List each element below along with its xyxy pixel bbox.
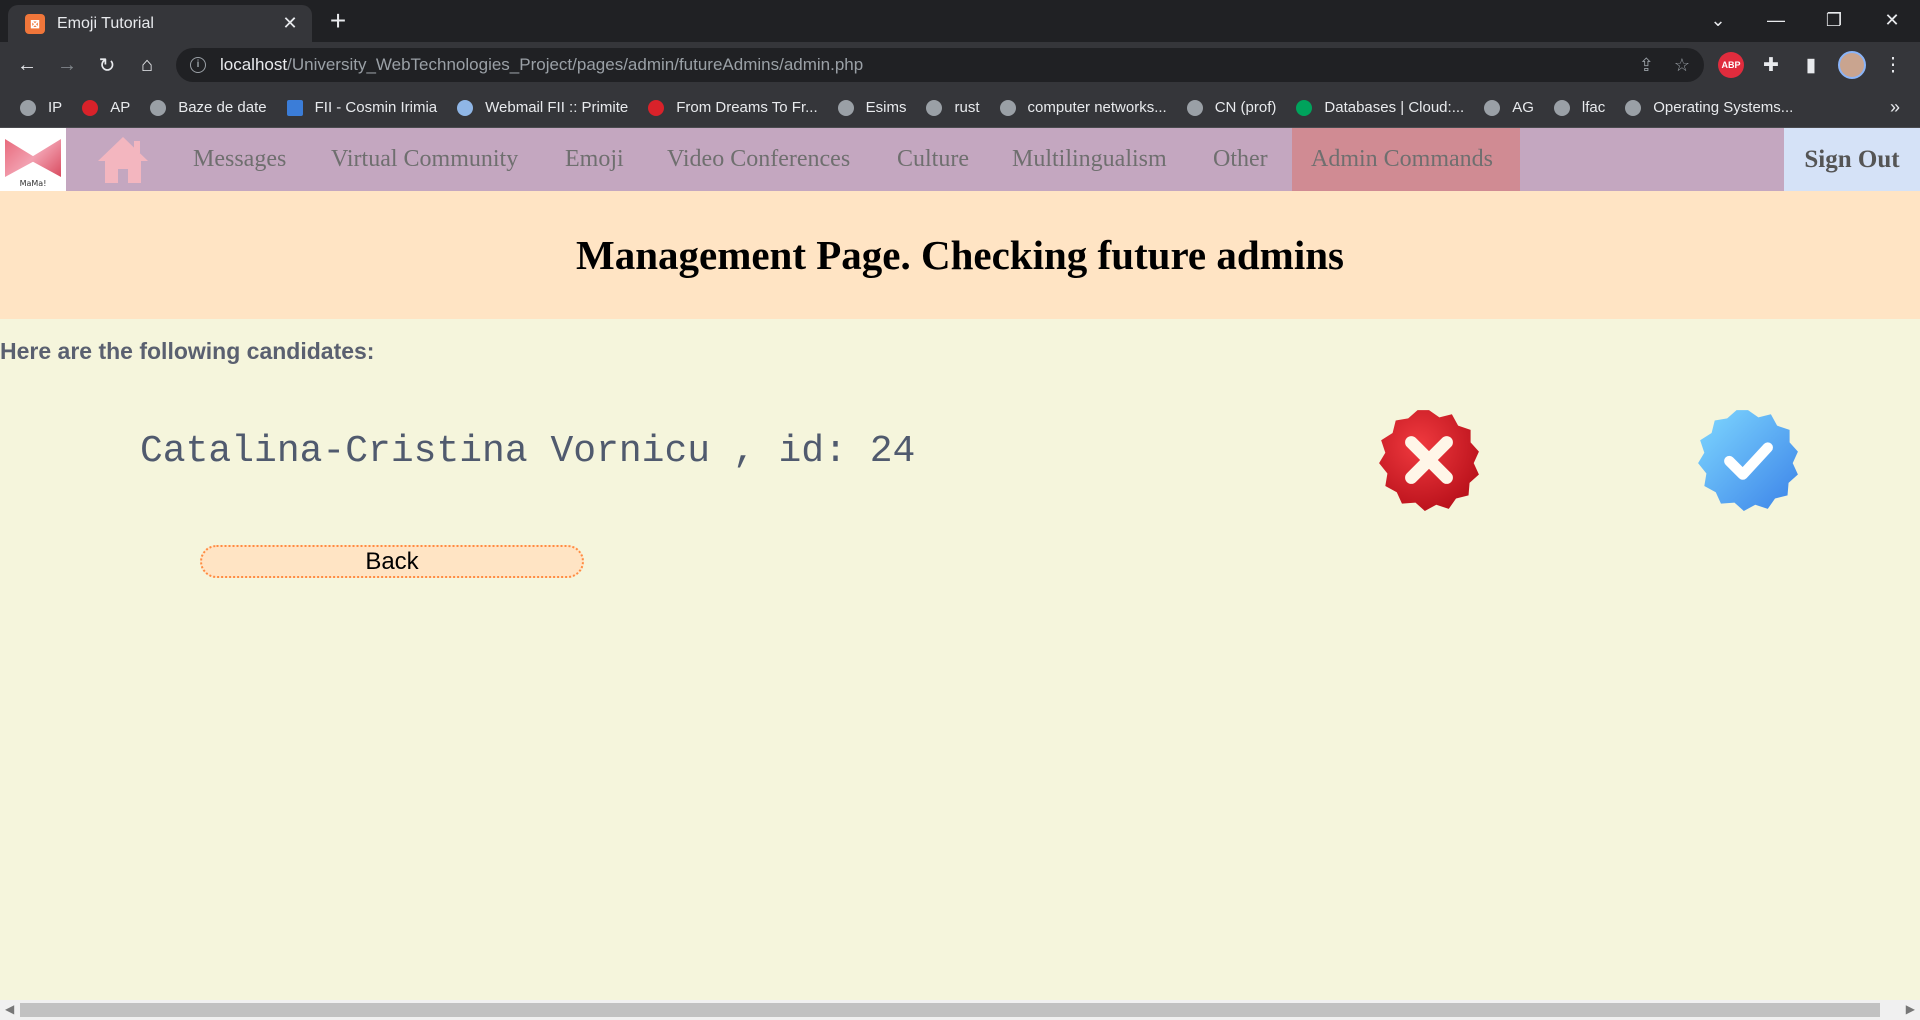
- page-title: Management Page. Checking future admins: [576, 232, 1344, 278]
- restore-icon[interactable]: ❐: [1806, 0, 1862, 40]
- back-arrow-icon[interactable]: ←: [12, 50, 42, 80]
- globe-icon: [1186, 99, 1203, 116]
- back-button[interactable]: Back: [200, 545, 584, 578]
- site-info-icon[interactable]: i: [190, 57, 206, 73]
- candidate-row: Catalina-Cristina Vornicu , id: 24: [0, 408, 1920, 528]
- bookmark-item[interactable]: AG: [1484, 99, 1534, 116]
- new-tab-icon[interactable]: +: [324, 6, 352, 36]
- site-logo[interactable]: MaMa!: [0, 128, 66, 191]
- bookmark-item[interactable]: Operating Systems...: [1625, 99, 1793, 116]
- nav-link-emoji[interactable]: Emoji: [565, 128, 624, 191]
- profile-avatar[interactable]: [1838, 51, 1866, 79]
- browser-toolbar: ← → ↻ ⌂ i localhost/University_WebTechno…: [0, 42, 1920, 88]
- globe-icon: [1484, 99, 1501, 116]
- bookmark-favicon-icon: [457, 99, 474, 116]
- nav-link-culture[interactable]: Culture: [897, 128, 969, 191]
- nav-link-video-conferences[interactable]: Video Conferences: [667, 128, 850, 191]
- more-bookmarks-icon[interactable]: »: [1890, 97, 1900, 118]
- bookmark-star-icon[interactable]: ☆: [1674, 55, 1690, 76]
- bookmark-item[interactable]: CN (prof): [1186, 99, 1276, 116]
- nav-link-virtual-community[interactable]: Virtual Community: [331, 128, 518, 191]
- scroll-right-icon[interactable]: ▶: [1906, 1002, 1915, 1016]
- bookmark-item[interactable]: IP: [20, 99, 62, 116]
- tab-title: Emoji Tutorial: [57, 14, 154, 32]
- globe-icon: [999, 99, 1016, 116]
- nav-link-other[interactable]: Other: [1213, 128, 1268, 191]
- minimize-icon[interactable]: —: [1748, 0, 1804, 40]
- bookmark-favicon-icon: [286, 99, 303, 116]
- url-text: localhost/University_WebTechnologies_Pro…: [220, 55, 864, 74]
- adblock-plus-icon[interactable]: ABP: [1718, 52, 1744, 78]
- page-content: MaMa! Messages Virtual Community Emoji V…: [0, 128, 1920, 1000]
- browser-tabstrip: ⊠ Emoji Tutorial ✕ + ⌄ — ❐ ✕: [0, 0, 1920, 42]
- page-banner: Management Page. Checking future admins: [0, 191, 1920, 319]
- bookmark-item[interactable]: Baze de date: [150, 99, 267, 116]
- share-icon[interactable]: ⇪: [1639, 55, 1654, 76]
- tab-search-icon[interactable]: ⌄: [1690, 0, 1746, 40]
- approve-badge-icon[interactable]: [1696, 408, 1800, 512]
- bookmark-item[interactable]: AP: [82, 99, 130, 116]
- nav-link-admin-commands[interactable]: Admin Commands: [1311, 128, 1493, 191]
- scroll-left-icon[interactable]: ◀: [5, 1002, 14, 1016]
- globe-icon: [20, 99, 36, 116]
- kebab-menu-icon[interactable]: ⋮: [1880, 54, 1906, 77]
- sign-out-button[interactable]: Sign Out: [1784, 128, 1920, 191]
- extensions-puzzle-icon[interactable]: ✚: [1758, 54, 1784, 77]
- bookmark-item[interactable]: Esims: [837, 99, 906, 116]
- browser-tab[interactable]: ⊠ Emoji Tutorial ✕: [8, 5, 312, 42]
- close-window-icon[interactable]: ✕: [1864, 0, 1920, 40]
- bookmark-item[interactable]: Databases | Cloud:...: [1296, 99, 1464, 116]
- bookmark-item[interactable]: rust: [926, 99, 980, 116]
- logo-text: MaMa!: [19, 179, 47, 188]
- bookmark-item[interactable]: computer networks...: [999, 99, 1167, 116]
- horizontal-scrollbar[interactable]: ◀ ▶: [0, 1000, 1920, 1020]
- side-panel-icon[interactable]: ▮: [1798, 54, 1824, 77]
- logo-mark-icon: [5, 139, 61, 177]
- bookmark-item[interactable]: Webmail FII :: Primite: [457, 99, 628, 116]
- bookmark-favicon-icon: [82, 99, 99, 116]
- bookmark-item[interactable]: FII - Cosmin Irimia: [286, 99, 437, 116]
- bookmarks-bar: IP AP Baze de date FII - Cosmin Irimia W…: [0, 88, 1920, 128]
- home-icon[interactable]: ⌂: [132, 50, 162, 80]
- bookmark-item[interactable]: lfac: [1553, 99, 1605, 116]
- reject-badge-icon[interactable]: [1377, 408, 1481, 512]
- mongodb-leaf-icon: [1296, 99, 1313, 116]
- candidate-name: Catalina-Cristina Vornicu , id: 24: [140, 430, 916, 473]
- nav-link-messages[interactable]: Messages: [193, 128, 286, 191]
- close-tab-icon[interactable]: ✕: [276, 13, 304, 34]
- bookmark-item[interactable]: From Dreams To Fr...: [648, 99, 818, 116]
- scrollbar-thumb[interactable]: [20, 1003, 1880, 1017]
- reload-icon[interactable]: ↻: [92, 50, 122, 80]
- xampp-favicon-icon: ⊠: [25, 13, 45, 34]
- site-navbar: MaMa! Messages Virtual Community Emoji V…: [0, 128, 1920, 191]
- candidates-label: Here are the following candidates:: [0, 338, 375, 364]
- globe-icon: [1553, 99, 1570, 116]
- globe-icon: [150, 99, 167, 116]
- forward-arrow-icon[interactable]: →: [52, 50, 82, 80]
- home-icon[interactable]: [96, 133, 150, 187]
- globe-icon: [837, 99, 854, 116]
- globe-icon: [1625, 99, 1642, 116]
- globe-icon: [926, 99, 943, 116]
- bookmark-favicon-icon: [648, 99, 665, 116]
- nav-link-multilingualism[interactable]: Multilingualism: [1012, 128, 1167, 191]
- address-bar[interactable]: i localhost/University_WebTechnologies_P…: [176, 48, 1704, 82]
